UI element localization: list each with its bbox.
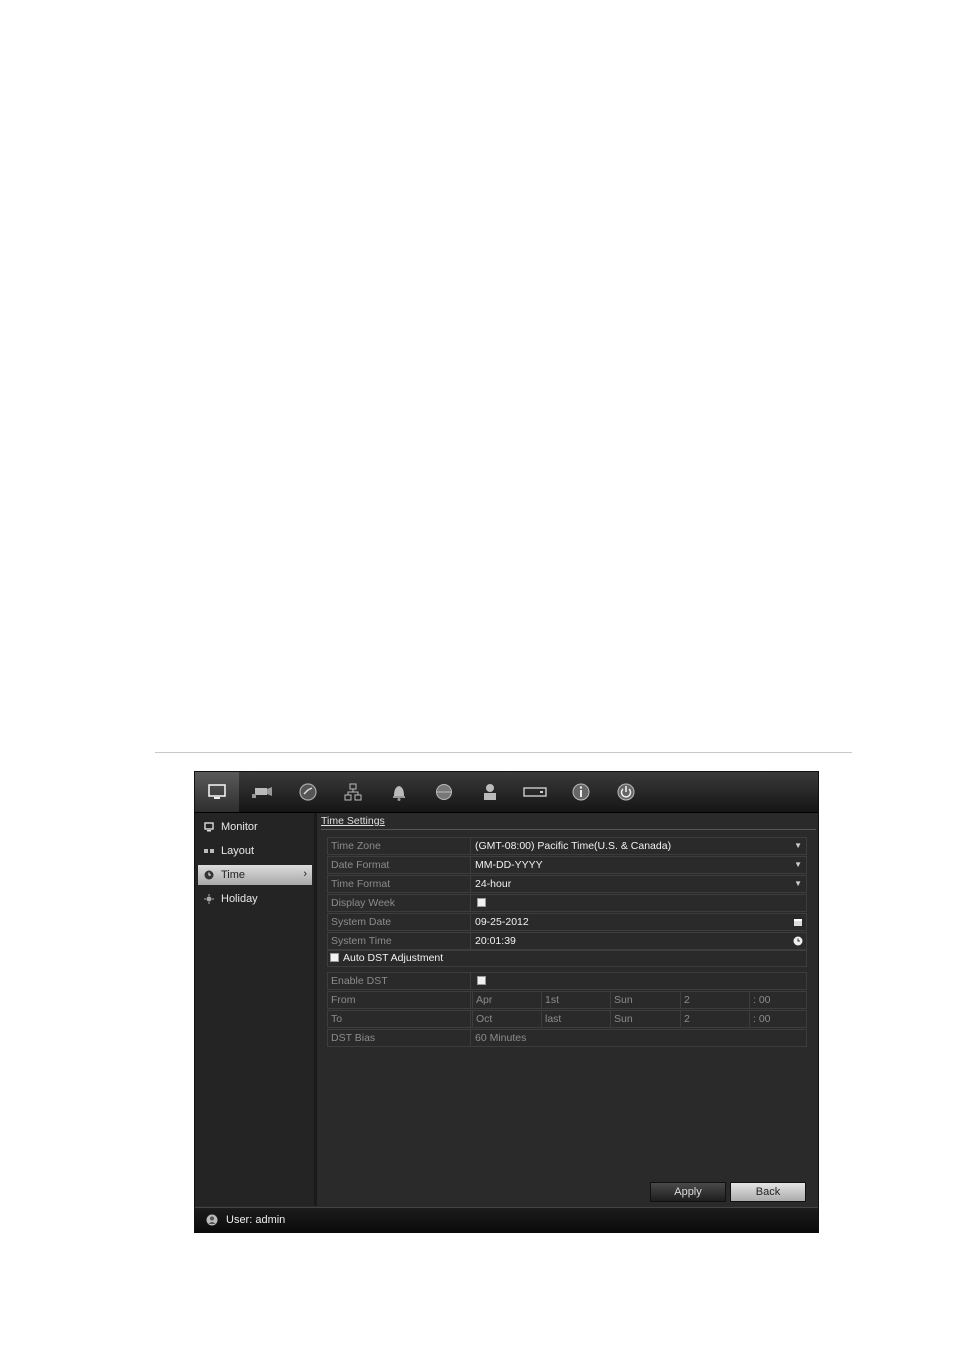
tab-network[interactable] [331,772,375,812]
main-toolbar [195,772,818,813]
dropdown-arrow-icon: ▼ [794,879,802,888]
back-button[interactable]: Back [730,1182,806,1202]
dst-from-row: From Apr 1st Sun 2 : 00 [327,991,807,1009]
sidebar-item-label: Layout [221,845,255,857]
dst-to-label: To [328,1011,471,1027]
sidebar-item-label: Time [221,869,246,881]
sidebar-item-holiday[interactable]: Holiday [198,889,312,909]
dropdown-arrow-icon: ▼ [794,860,802,869]
tab-power[interactable] [604,772,648,812]
network-icon [344,783,362,801]
from-week-select[interactable]: 1st [541,992,610,1008]
dvr-window: Monitor Layout Time › Holiday Time Setti… [194,771,819,1233]
record-icon [299,783,317,801]
user-icon [484,784,496,800]
system-time-row: System Time 20:01:39 [327,932,807,950]
sidebar-item-layout[interactable]: Layout [198,841,312,861]
display-week-label: Display Week [328,895,471,911]
time-zone-select[interactable]: (GMT-08:00) Pacific Time(U.S. & Canada) ▼ [472,838,806,854]
to-minute-field[interactable]: : 00 [749,1011,806,1027]
user-label: User: admin [226,1214,286,1226]
ptz-icon [436,784,452,800]
power-icon [617,783,635,801]
time-zone-row: Time Zone (GMT-08:00) Pacific Time(U.S. … [327,837,807,855]
system-time-label: System Time [328,933,471,949]
to-day-select[interactable]: Sun [610,1011,680,1027]
tab-ptz[interactable] [422,772,466,812]
clock-icon [204,870,214,880]
date-format-label: Date Format [328,857,471,873]
to-week-select[interactable]: last [541,1011,610,1027]
tab-hdd[interactable] [513,772,557,812]
enable-dst-label: Enable DST [328,973,471,989]
layout-icon [204,849,214,853]
dropdown-arrow-icon: ▼ [794,841,802,850]
time-format-row: Time Format 24-hour ▼ [327,875,807,893]
monitor-icon [208,784,226,799]
dst-bias-row: DST Bias 60 Minutes [327,1029,807,1047]
system-time-field[interactable]: 20:01:39 [472,933,806,949]
sidebar-item-monitor[interactable]: Monitor [198,817,312,837]
alarm-bell-icon [393,786,405,801]
sidebar-item-label: Holiday [221,893,258,905]
system-date-field[interactable]: 09-25-2012 [472,914,806,930]
calendar-icon[interactable] [794,918,802,926]
hdd-icon [523,787,547,797]
display-week-checkbox[interactable] [477,898,486,907]
clock-icon[interactable] [793,936,803,946]
sidebar-item-label: Monitor [221,821,258,833]
dst-to-row: To Oct last Sun 2 : 00 [327,1010,807,1028]
auto-dst-checkbox[interactable] [330,953,339,962]
enable-dst-checkbox[interactable] [477,976,486,985]
monitor-icon [204,822,214,832]
section-title: Time Settings [321,815,816,830]
status-bar: User: admin [195,1207,818,1233]
auto-dst-label: Auto DST Adjustment [343,952,444,964]
camera-icon [252,787,272,798]
sidebar: Monitor Layout Time › Holiday [195,813,317,1206]
from-day-select[interactable]: Sun [610,992,680,1008]
date-format-select[interactable]: MM-DD-YYYY ▼ [472,857,806,873]
from-hour-select[interactable]: 2 [680,992,749,1008]
tab-record[interactable] [286,772,330,812]
dst-bias-select[interactable]: 60 Minutes [472,1030,806,1046]
page-divider [155,752,852,753]
apply-button[interactable]: Apply [650,1182,726,1202]
tab-alarm[interactable] [377,772,421,812]
from-month-select[interactable]: Apr [472,992,541,1008]
user-status-icon [206,1214,218,1226]
info-icon [572,783,590,801]
to-month-select[interactable]: Oct [472,1011,541,1027]
date-format-row: Date Format MM-DD-YYYY ▼ [327,856,807,874]
system-date-row: System Date 09-25-2012 [327,913,807,931]
from-minute-field[interactable]: : 00 [749,992,806,1008]
time-format-select[interactable]: 24-hour ▼ [472,876,806,892]
tab-display[interactable] [195,772,239,812]
system-date-label: System Date [328,914,471,930]
auto-dst-row: Auto DST Adjustment [327,950,807,967]
to-hour-select[interactable]: 2 [680,1011,749,1027]
display-week-row: Display Week [327,894,807,912]
time-format-label: Time Format [328,876,471,892]
sidebar-item-time[interactable]: Time › [198,865,312,885]
tab-info[interactable] [559,772,603,812]
chevron-right-icon: › [303,868,307,880]
dst-bias-label: DST Bias [328,1030,471,1046]
time-settings-panel: Time Settings Time Zone (GMT-08:00) Paci… [319,813,818,1206]
holiday-icon [204,894,214,904]
dst-from-label: From [328,992,471,1008]
enable-dst-row: Enable DST [327,972,807,990]
time-zone-label: Time Zone [328,838,471,854]
tab-user[interactable] [468,772,512,812]
tab-camera[interactable] [240,772,284,812]
